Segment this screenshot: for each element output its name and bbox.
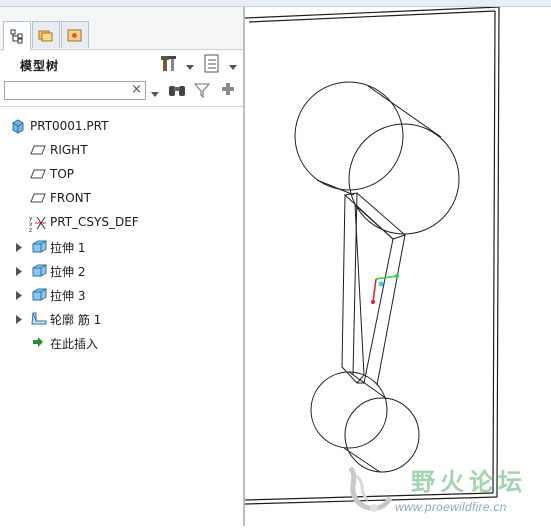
tree-item-rib-1[interactable]: 轮廓 筋 1 [0, 307, 243, 329]
datum-plane-icon [30, 166, 46, 185]
settings-tools-icon[interactable] [160, 53, 182, 78]
insert-here-arrow-icon [32, 336, 44, 351]
model-tree-header: 模型树 [0, 50, 243, 80]
tree-search-field[interactable]: × [4, 81, 146, 100]
expand-arrow-icon[interactable] [16, 241, 22, 255]
tree-item-part[interactable]: PRT0001.PRT [0, 115, 243, 137]
part-icon [10, 118, 26, 137]
tree-item-label: 拉伸 3 [50, 289, 86, 303]
tree-item-extrude-3[interactable]: 拉伸 3 [0, 283, 243, 305]
tree-item-right-plane[interactable]: RIGHT [0, 139, 243, 161]
tree-item-extrude-1[interactable]: 拉伸 1 [0, 235, 243, 257]
tree-item-insert-here[interactable]: 在此插入 [0, 331, 243, 353]
tree-item-label: 在此插入 [50, 337, 99, 351]
search-dropdown-chevron-icon[interactable] [151, 87, 159, 101]
datum-plane-icon [30, 190, 46, 209]
model-tree-panel: 模型树 × PRT0001.PRT RIGHT TOP FRONT y x z … [0, 7, 243, 526]
tab-favorites[interactable] [61, 21, 89, 48]
tree-item-label: RIGHT [50, 143, 88, 157]
top-toolbar-strip [0, 0, 551, 7]
watermark-site-name: 野火论坛 [411, 468, 527, 496]
folder-browser-icon [38, 30, 53, 42]
tree-item-front-plane[interactable]: FRONT [0, 187, 243, 209]
datum-plane-outline [244, 6, 500, 505]
show-dropdown-chevron-icon[interactable] [229, 60, 237, 74]
watermark-url: www.proewildfire.cn [395, 500, 507, 514]
extrude-icon [30, 238, 48, 257]
favorites-icon [67, 29, 82, 42]
datum-plane-icon [30, 142, 46, 161]
panel-title: 模型树 [20, 59, 60, 73]
tab-model-tree[interactable] [3, 21, 31, 50]
navigator-tabs [0, 7, 243, 50]
tree-item-extrude-2[interactable]: 拉伸 2 [0, 259, 243, 281]
coordinate-system-icon: y x z [29, 214, 47, 235]
model-tree-icon [10, 29, 23, 44]
forum-logo-icon [338, 458, 406, 525]
tree-item-label: TOP [50, 167, 75, 181]
tree-item-label: 拉伸 1 [50, 241, 86, 255]
model-wireframe [244, 6, 500, 505]
tree-item-label: 拉伸 2 [50, 265, 86, 279]
expand-arrow-icon[interactable] [16, 289, 22, 303]
expand-arrow-icon[interactable] [16, 265, 22, 279]
graphics-window[interactable] [244, 6, 551, 526]
find-binoculars-icon[interactable] [168, 82, 186, 101]
tree-item-csys[interactable]: y x z PRT_CSYS_DEF [0, 211, 243, 235]
rib-icon [30, 310, 48, 329]
upper-boss-wireframe [294, 81, 460, 235]
tree-item-label: PRT0001.PRT [30, 119, 109, 133]
svg-text:z: z [29, 227, 32, 232]
extrude-icon [30, 262, 48, 281]
tree-item-label: 轮廓 筋 1 [50, 313, 102, 327]
tree-item-label: FRONT [50, 191, 91, 205]
rib-wireframe [341, 192, 406, 386]
tree-item-top-plane[interactable]: TOP [0, 163, 243, 185]
expand-arrow-icon[interactable] [16, 313, 22, 327]
settings-dropdown-chevron-icon[interactable] [186, 60, 194, 74]
add-column-plus-icon[interactable] [221, 82, 235, 99]
lower-boss-wireframe [310, 371, 420, 473]
filter-funnel-icon[interactable] [193, 82, 211, 101]
tree-divider [0, 106, 243, 107]
extrude-icon [30, 286, 48, 305]
clear-search-icon[interactable]: × [131, 82, 142, 97]
tab-folder-browser[interactable] [32, 21, 60, 48]
tree-item-label: PRT_CSYS_DEF [50, 215, 139, 229]
show-list-icon[interactable] [203, 53, 221, 78]
